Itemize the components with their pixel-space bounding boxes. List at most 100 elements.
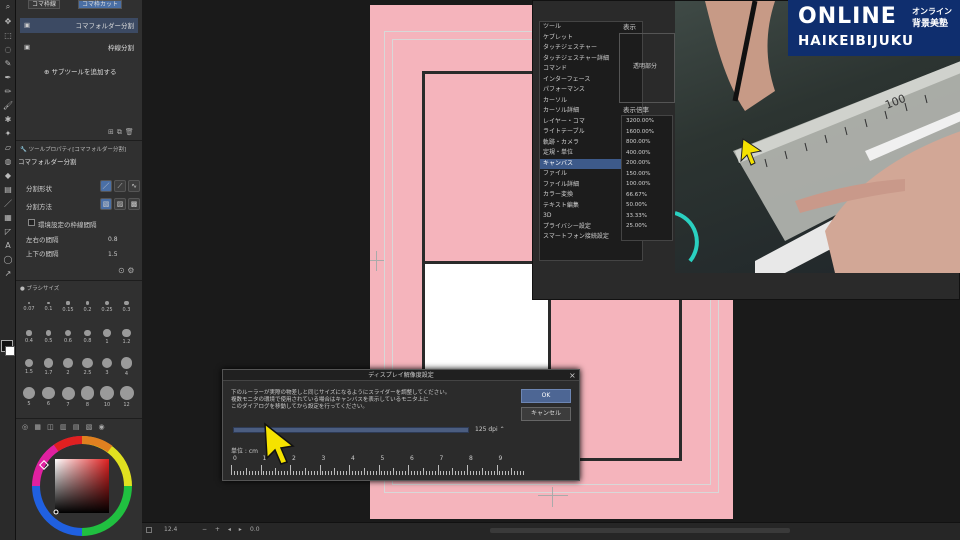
brush-size-cell[interactable]: 3 [98, 356, 116, 376]
add-subtool-button[interactable]: ⊕ サブツールを追加する [44, 66, 117, 76]
brush-size-cell[interactable]: 0.25 [98, 296, 116, 313]
brush-size-cell[interactable]: 0.07 [20, 296, 38, 312]
ok-button[interactable]: OK [521, 389, 571, 403]
zoom-level-item[interactable]: 100.00% [622, 179, 672, 190]
rotation-angle[interactable]: 0.0 [250, 526, 260, 533]
sub-color-swatch[interactable] [5, 346, 15, 356]
airbrush-icon[interactable]: ✱ [0, 112, 16, 126]
brush-size-dot [64, 329, 72, 337]
zoom-level[interactable]: 12.4 [164, 526, 177, 533]
tab-frame-border[interactable]: コマ枠線 [28, 0, 61, 9]
brush-size-cell[interactable]: 0.1 [40, 296, 58, 312]
brush-size-cell[interactable]: 1.2 [118, 326, 136, 345]
split-polyline-icon[interactable]: ⟋ [114, 180, 126, 192]
fill-icon[interactable]: ◆ [0, 168, 16, 182]
pencil-icon[interactable]: ✏ [0, 84, 16, 98]
ruler-tick [304, 468, 306, 475]
move-icon[interactable]: ✥ [0, 14, 16, 28]
figure-icon[interactable]: ／ [0, 196, 16, 210]
brush-size-cell[interactable]: 0.6 [59, 326, 77, 344]
close-icon[interactable]: × [569, 371, 576, 380]
ruler-icon[interactable]: ◸ [0, 224, 16, 238]
dialog-title-text: ディスプレイ解像度設定 [368, 372, 434, 379]
dpi-value[interactable]: 125 dpi ⌃ [475, 426, 505, 433]
gradient-icon[interactable]: ▤ [0, 182, 16, 196]
plus-icon: ⊕ [44, 68, 52, 76]
brush-size-cell[interactable]: 4 [118, 356, 136, 377]
text-icon[interactable]: A [0, 238, 16, 252]
brush-size-cell[interactable]: 10 [98, 386, 116, 408]
horizontal-scrollbar[interactable] [490, 528, 790, 533]
ruler-tick [245, 468, 247, 475]
frame-icon[interactable]: ▦ [0, 210, 16, 224]
zoom-buttons[interactable]: − + ◂ ▸ [202, 526, 245, 533]
brush-size-cell[interactable]: 6 [40, 386, 58, 407]
subtool-item-border-split[interactable]: ▣ 枠線分割 [20, 40, 138, 55]
brush-size-cell[interactable]: 1.7 [40, 356, 58, 376]
brush-size-cell[interactable]: 0.3 [118, 296, 136, 313]
spinner-icon[interactable]: ⌃ [500, 426, 505, 433]
brush-size-cell[interactable]: 12 [118, 386, 136, 408]
ruler-tick [452, 468, 454, 475]
navigator-icon[interactable] [146, 527, 152, 533]
eyedropper-icon[interactable]: ✎ [0, 56, 16, 70]
zoom-level-item[interactable]: 3200.00% [622, 116, 672, 127]
brush-size-label: 6 [46, 401, 51, 408]
brush-size-cell[interactable]: 0.5 [40, 326, 58, 344]
eraser-icon[interactable]: ▱ [0, 140, 16, 154]
selection-icon[interactable]: ⬚ [0, 28, 16, 42]
zoom-icon[interactable]: ⌕ [0, 0, 16, 14]
split-curve-icon[interactable]: ∿ [128, 180, 140, 192]
ruler-tick [319, 465, 321, 475]
zoom-level-item[interactable]: 800.00% [622, 137, 672, 148]
ruler-tick [233, 471, 235, 475]
brush-size-label: 0.2 [83, 306, 92, 313]
brush-size-cell[interactable]: 0.2 [79, 296, 97, 313]
zoom-level-item[interactable]: 200.00% [622, 158, 672, 169]
zoom-level-item[interactable]: 66.67% [622, 190, 672, 201]
brush-size-cell[interactable]: 8 [79, 386, 97, 408]
balloon-icon[interactable]: ◯ [0, 252, 16, 266]
split-method-b-icon[interactable]: ▨ [114, 198, 126, 210]
pen-icon[interactable]: ✒ [0, 70, 16, 84]
zoom-level-item[interactable]: 25.00% [622, 221, 672, 232]
ruler-number: 8 [469, 455, 473, 462]
subtool-panel-actions[interactable]: ⊞⧉🗑 [108, 128, 137, 137]
brush-size-cell[interactable]: 2 [59, 356, 77, 376]
correction-icon[interactable]: ↗ [0, 266, 16, 280]
tab-frame-cut[interactable]: コマ枠カット [78, 0, 123, 9]
ruler-tick [493, 471, 495, 475]
tb-gap-value[interactable]: 1.5 [108, 251, 118, 258]
split-method-c-icon[interactable]: ▩ [128, 198, 140, 210]
brush-size-cell[interactable]: 0.15 [59, 296, 77, 313]
decoration-icon[interactable]: ✦ [0, 126, 16, 140]
property-settings-icon[interactable]: ⊙ ⚙ [118, 266, 134, 275]
border-setting-checkbox[interactable] [28, 219, 35, 226]
lr-gap-value[interactable]: 0.8 [108, 236, 118, 243]
zoom-level-item[interactable]: 400.00% [622, 148, 672, 159]
brush-size-cell[interactable]: 5 [20, 386, 38, 407]
brush-size-cell[interactable]: 7 [59, 386, 77, 408]
brush-icon[interactable]: 🖌 [0, 98, 16, 112]
zoom-level-item[interactable]: 33.33% [622, 211, 672, 222]
lasso-icon[interactable]: ◌ [0, 42, 16, 56]
zoom-level-item[interactable]: 150.00% [622, 169, 672, 180]
brush-size-cell[interactable]: 2.5 [79, 356, 97, 376]
cancel-button[interactable]: キャンセル [521, 407, 571, 421]
brush-size-cell[interactable]: 0.8 [79, 326, 97, 344]
zoom-level-list[interactable]: 3200.00% 1600.00% 800.00% 400.00% 200.00% 150… [621, 115, 673, 241]
zoom-level-item[interactable]: 50.00% [622, 200, 672, 211]
split-method-a-icon[interactable]: ▧ [100, 198, 112, 210]
color-wheel[interactable] [26, 435, 138, 537]
brush-size-cell[interactable]: 1 [98, 326, 116, 345]
brush-size-dot [80, 386, 95, 400]
color-panel-tabs[interactable]: ◎ ▦ ◫ ▥ ▤ ▧ ◉ [22, 423, 107, 431]
ruler-number: 6 [410, 455, 414, 462]
subtool-item-frame-folder-split[interactable]: ▣ コマフォルダー分割 [20, 18, 138, 33]
brush-size-cell[interactable]: 0.4 [20, 326, 38, 344]
split-straight-icon[interactable]: ／ [100, 180, 112, 192]
blend-icon[interactable]: ◍ [0, 154, 16, 168]
split-method-label: 分割方法 [26, 203, 52, 211]
brush-size-cell[interactable]: 1.5 [20, 356, 38, 375]
zoom-level-item[interactable]: 1600.00% [622, 127, 672, 138]
